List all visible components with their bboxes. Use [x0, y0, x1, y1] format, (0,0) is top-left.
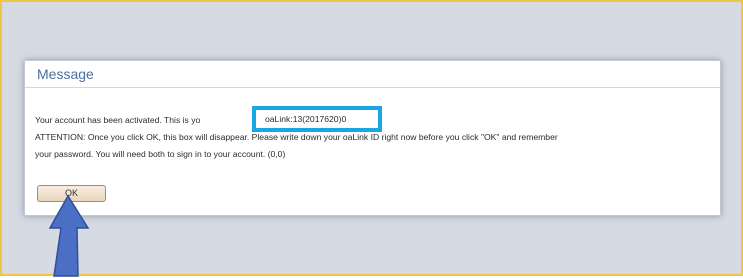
screenshot-frame: Message Your account has been activated.… — [0, 0, 743, 277]
dialog-title: Message — [37, 66, 94, 82]
message-dialog: Message Your account has been activated.… — [24, 60, 721, 216]
message-line-3: your password. You will need both to sig… — [35, 149, 286, 159]
arrow-up-icon — [48, 194, 90, 277]
message-line-1-text: Your account has been activated. This is… — [35, 115, 201, 125]
account-id: oaLink:13(2017620)0 — [265, 114, 347, 124]
dialog-titlebar: Message — [25, 61, 720, 88]
account-id-highlight: oaLink:13(2017620)0 — [252, 106, 382, 132]
